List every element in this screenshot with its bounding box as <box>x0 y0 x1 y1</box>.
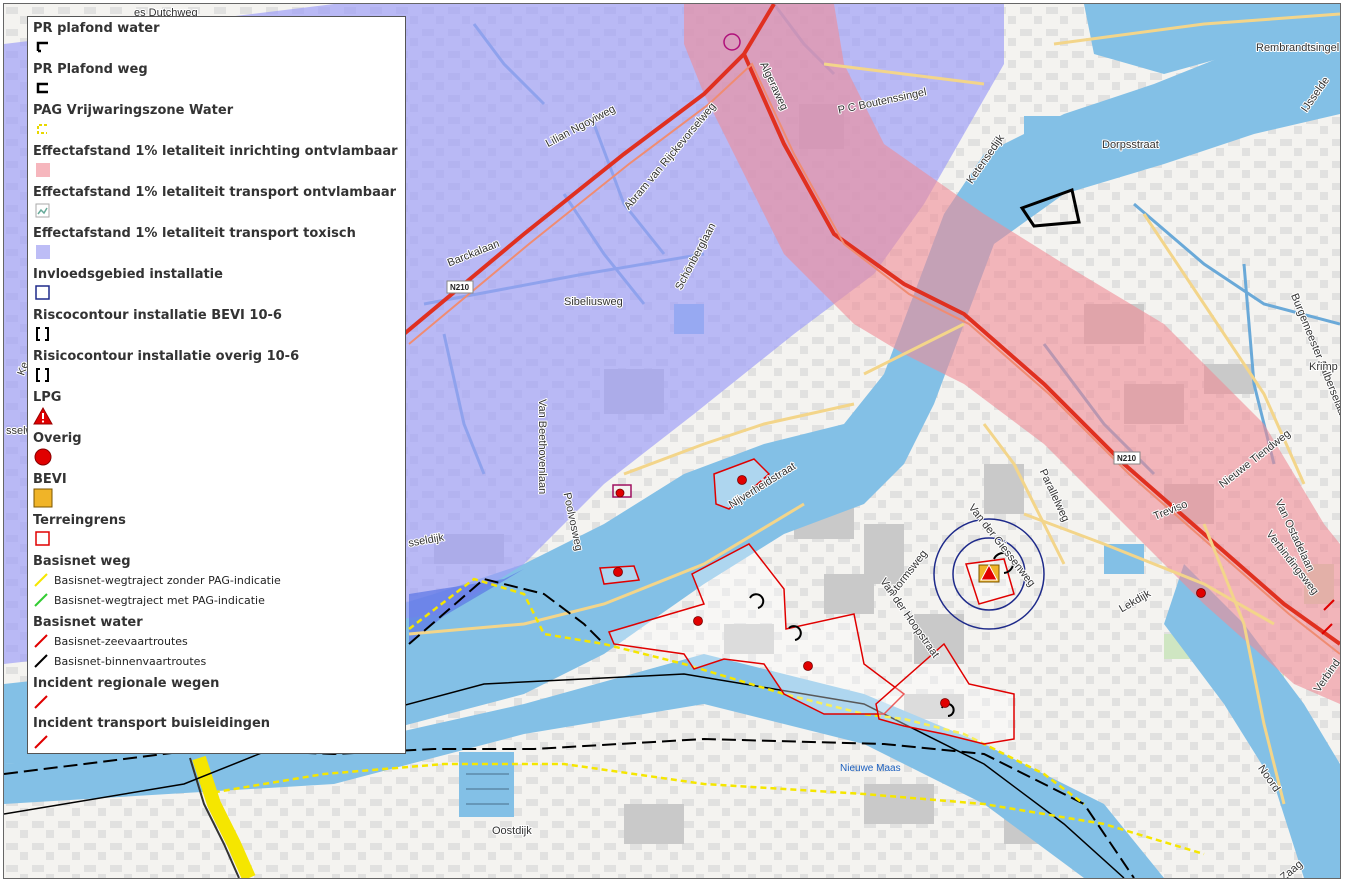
legend-item-transport-ontvlambaar: Effectafstand 1% letaliteit transport on… <box>33 184 400 225</box>
legend-item-inrichting-ontvlambaar: Effectafstand 1% letaliteit inrichting o… <box>33 143 400 184</box>
legend-label: Basisnet weg <box>33 554 131 569</box>
legend-label: BEVI <box>33 472 67 487</box>
red-dot-icon <box>34 448 52 466</box>
legend-item-pag-vrijwaringszone: PAG Vrijwaringszone Water <box>33 102 400 143</box>
legend-label: Effectafstand 1% letaliteit transport on… <box>33 185 397 200</box>
legend-item-pr-plafond-weg: PR Plafond weg <box>33 61 400 102</box>
legend-label: Invloedsgebied installatie <box>33 267 223 282</box>
legend-row: Basisnet-binnenvaartroutes <box>33 651 400 671</box>
legend-item-overig: Overig <box>33 430 400 471</box>
black-bracket-pair-icon <box>36 327 49 341</box>
legend-row: Basisnet-wegtraject met PAG-indicatie <box>33 590 400 610</box>
legend-label: Effectafstand 1% letaliteit transport to… <box>33 226 356 241</box>
legend-row-label: Basisnet-wegtraject zonder PAG-indicatie <box>54 573 281 587</box>
bracket-yellow-dashed-icon <box>37 124 47 134</box>
legend-item-transport-toxisch: Effectafstand 1% letaliteit transport to… <box>33 225 400 266</box>
legend-label: PAG Vrijwaringszone Water <box>33 103 234 118</box>
legend-label: PR Plafond weg <box>33 62 148 77</box>
legend-label: Incident regionale wegen <box>33 676 220 691</box>
map-legend: PR plafond water PR Plafond weg PAG Vrij… <box>27 16 406 754</box>
legend-item-bevi: BEVI <box>33 471 400 512</box>
broken-image-icon <box>35 203 50 218</box>
legend-label: Risicocontour installatie overig 10-6 <box>33 349 300 364</box>
red-line-icon <box>34 695 48 709</box>
label-rembrandtsingel: Rembrandtsingel <box>1256 42 1339 54</box>
label-sibeliusweg: Sibeliusweg <box>564 296 623 308</box>
legend-row: Basisnet-zeevaartroutes <box>33 631 400 651</box>
red-outline-square-icon <box>35 531 50 546</box>
legend-item-risicocontour-overig: Risicocontour installatie overig 10-6 <box>33 348 400 389</box>
shield-n210-2: N210 <box>1117 454 1137 463</box>
legend-label: PR plafond water <box>33 21 160 36</box>
lpg-warning-icon <box>33 406 53 425</box>
label-dorpsstraat: Dorpsstraat <box>1102 139 1159 151</box>
legend-item-invloedsgebied: Invloedsgebied installatie <box>33 266 400 307</box>
legend-item-pr-plafond-water: PR plafond water <box>33 20 400 61</box>
blue-outline-square-icon <box>35 285 50 300</box>
lavender-square-icon <box>36 245 50 259</box>
label-krimp: Krimp <box>1309 361 1338 373</box>
black-line-icon <box>34 654 48 668</box>
shield-n210-1: N210 <box>450 283 470 292</box>
legend-item-riscocontour-bevi: Riscocontour installatie BEVI 10-6 <box>33 307 400 348</box>
pink-square-icon <box>36 163 50 177</box>
legend-label: Effectafstand 1% letaliteit inrichting o… <box>33 144 398 159</box>
legend-label: Terreingrens <box>33 513 126 528</box>
label-oostdijk: Oostdijk <box>492 825 532 837</box>
legend-group-basisnet-weg: Basisnet weg Basisnet-wegtraject zonder … <box>33 553 400 614</box>
legend-label: Overig <box>33 431 82 446</box>
yellow-line-icon <box>34 573 48 587</box>
legend-row-label: Basisnet-wegtraject met PAG-indicatie <box>54 593 265 607</box>
bracket-black-icon <box>36 41 48 53</box>
orange-square-icon <box>33 488 53 508</box>
red-line-icon <box>34 634 48 648</box>
harbour-basin <box>459 752 514 817</box>
bracket-black-icon <box>36 82 48 94</box>
green-line-icon <box>34 593 48 607</box>
label-van-beethovenlaan: Van Beethovenlaan <box>536 399 548 494</box>
legend-label: Riscocontour installatie BEVI 10-6 <box>33 308 282 323</box>
legend-label: Basisnet water <box>33 615 143 630</box>
legend-item-terreingrens: Terreingrens <box>33 512 400 553</box>
legend-row: Basisnet-wegtraject zonder PAG-indicatie <box>33 570 400 590</box>
legend-label: LPG <box>33 390 62 405</box>
legend-item-incident-buisleidingen: Incident transport buisleidingen <box>33 715 400 753</box>
legend-row-label: Basisnet-zeevaartroutes <box>54 634 188 648</box>
legend-label: Incident transport buisleidingen <box>33 716 271 731</box>
black-bracket-pair-icon <box>36 368 49 382</box>
label-nieuwe-maas: Nieuwe Maas <box>840 763 901 774</box>
red-line-icon <box>34 735 48 749</box>
legend-group-basisnet-water: Basisnet water Basisnet-zeevaartroutes B… <box>33 614 400 675</box>
legend-item-incident-regionale-wegen: Incident regionale wegen <box>33 675 400 715</box>
legend-item-lpg: LPG <box>33 389 400 430</box>
legend-row-label: Basisnet-binnenvaartroutes <box>54 654 207 668</box>
